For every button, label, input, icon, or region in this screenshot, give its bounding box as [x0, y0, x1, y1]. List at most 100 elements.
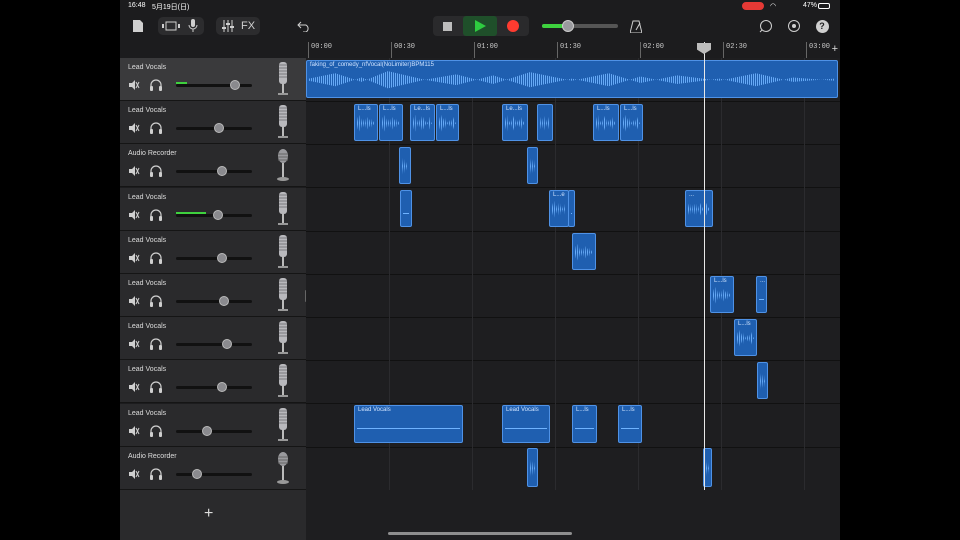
audio-region[interactable]: ...: [756, 276, 767, 313]
condenser-microphone-icon[interactable]: [276, 105, 290, 139]
track-header[interactable]: Audio Recorder: [120, 144, 306, 188]
add-section-button[interactable]: +: [832, 43, 838, 55]
track-volume-slider[interactable]: [176, 468, 252, 479]
mute-button[interactable]: [128, 294, 140, 306]
audio-region[interactable]: Lead Vocals: [502, 405, 550, 443]
settings-button[interactable]: [786, 18, 802, 34]
tracks-area[interactable]: faking_of_comedy_nfVocal(NoLimiter)BPM11…: [306, 58, 840, 491]
solo-button[interactable]: [150, 467, 162, 480]
track-volume-slider[interactable]: [176, 123, 252, 134]
mute-button[interactable]: [128, 121, 140, 134]
track-volume-slider[interactable]: [176, 209, 252, 220]
mute-button[interactable]: [128, 251, 140, 263]
solo-button[interactable]: [150, 424, 162, 437]
track-header[interactable]: Lead Vocals: [120, 230, 306, 274]
track-lane[interactable]: [306, 317, 840, 362]
audio-region[interactable]: L...ls: [710, 276, 734, 313]
volume-knob[interactable]: [217, 382, 228, 393]
volume-knob[interactable]: [229, 80, 240, 90]
dynamic-microphone-icon[interactable]: [276, 148, 290, 182]
track-header[interactable]: Lead Vocals: [120, 403, 306, 447]
track-header[interactable]: Lead Vocals: [120, 101, 306, 145]
mute-button[interactable]: [128, 424, 140, 436]
play-button[interactable]: [463, 16, 497, 36]
my-songs-button[interactable]: [130, 18, 146, 34]
condenser-microphone-icon[interactable]: [276, 321, 290, 355]
metronome-button[interactable]: [628, 18, 644, 34]
solo-button[interactable]: [150, 380, 162, 394]
track-lane[interactable]: [306, 447, 840, 491]
audio-region[interactable]: [399, 147, 411, 184]
track-volume-slider[interactable]: [176, 296, 252, 306]
audio-region[interactable]: [537, 104, 553, 141]
audio-region[interactable]: Le...ls: [410, 104, 435, 141]
mute-button[interactable]: [128, 208, 140, 220]
browser-view-button[interactable]: [160, 18, 182, 34]
audio-region[interactable]: [568, 190, 575, 227]
audio-region[interactable]: Lead Vocals: [354, 405, 463, 443]
track-header[interactable]: Lead Vocals: [120, 317, 306, 361]
volume-knob[interactable]: [202, 425, 213, 436]
condenser-microphone-icon[interactable]: [276, 62, 290, 96]
solo-button[interactable]: [150, 208, 162, 221]
mute-button[interactable]: [128, 380, 140, 393]
mute-button[interactable]: [128, 78, 140, 90]
volume-knob[interactable]: [218, 296, 229, 306]
help-button[interactable]: ?: [814, 18, 830, 34]
audio-region[interactable]: [527, 448, 538, 487]
audio-region[interactable]: faking_of_comedy_nfVocal(NoLimiter)BPM11…: [306, 60, 838, 98]
solo-button[interactable]: [150, 78, 162, 91]
track-volume-slider[interactable]: [176, 80, 252, 90]
audio-region[interactable]: L...ls: [593, 104, 619, 141]
loop-browser-button[interactable]: [758, 18, 774, 34]
fx-button[interactable]: FX: [238, 18, 258, 34]
dynamic-microphone-icon[interactable]: [276, 451, 290, 485]
audio-region[interactable]: ...: [685, 190, 713, 227]
playhead[interactable]: [704, 42, 705, 490]
audio-region[interactable]: L...ls: [572, 405, 597, 443]
track-header[interactable]: Audio Recorder: [120, 446, 306, 490]
solo-button[interactable]: [150, 294, 162, 307]
volume-knob[interactable]: [192, 468, 203, 479]
condenser-microphone-icon[interactable]: [276, 278, 290, 312]
audio-region[interactable]: L...ls: [620, 104, 643, 141]
audio-region[interactable]: L...ls: [734, 319, 757, 356]
audio-region[interactable]: [757, 362, 768, 399]
condenser-microphone-icon[interactable]: [276, 364, 290, 398]
audio-region[interactable]: Le...ls: [502, 104, 528, 141]
stop-button[interactable]: [439, 19, 455, 33]
mixer-button[interactable]: [218, 18, 238, 34]
track-volume-slider[interactable]: [176, 252, 252, 263]
solo-button[interactable]: [150, 164, 162, 178]
audio-region[interactable]: L...ls: [618, 405, 642, 443]
volume-knob[interactable]: [221, 339, 232, 350]
audio-region[interactable]: [572, 233, 596, 270]
track-header[interactable]: Lead Vocals: [120, 58, 306, 101]
mute-button[interactable]: [128, 164, 140, 177]
track-header[interactable]: Lead Vocals: [120, 274, 306, 317]
audio-region[interactable]: [527, 147, 538, 184]
track-volume-slider[interactable]: [176, 425, 252, 436]
audio-region[interactable]: L...ls: [354, 104, 378, 141]
track-header[interactable]: Lead Vocals: [120, 360, 306, 404]
undo-button[interactable]: [296, 18, 312, 34]
volume-knob[interactable]: [214, 123, 225, 134]
track-volume-slider[interactable]: [176, 382, 252, 393]
condenser-microphone-icon[interactable]: [276, 407, 290, 442]
volume-knob[interactable]: [216, 252, 227, 263]
audio-region[interactable]: L...ls: [379, 104, 403, 141]
track-volume-slider[interactable]: [176, 339, 252, 350]
mute-button[interactable]: [128, 467, 140, 479]
solo-button[interactable]: [150, 121, 162, 135]
instrument-view-button[interactable]: [184, 18, 202, 34]
master-volume-knob[interactable]: [562, 20, 574, 32]
timeline-ruler[interactable]: + 00:00 00:30 01:00 01:30 02:00 02:30 03:00: [306, 42, 840, 59]
audio-region[interactable]: L...e: [549, 190, 569, 227]
record-button[interactable]: [505, 19, 521, 33]
add-track-button[interactable]: +: [204, 505, 213, 523]
volume-knob[interactable]: [212, 209, 223, 220]
audio-region[interactable]: L...ls: [436, 104, 459, 141]
condenser-microphone-icon[interactable]: [276, 234, 290, 269]
audio-region[interactable]: [400, 190, 412, 227]
solo-button[interactable]: [150, 251, 162, 264]
